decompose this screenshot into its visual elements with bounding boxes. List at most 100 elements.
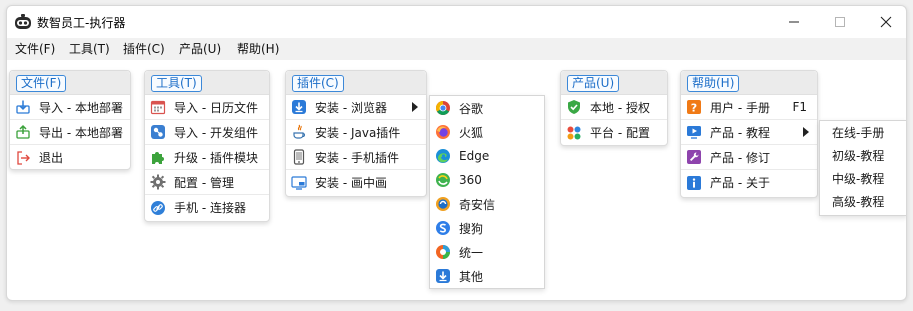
menu-item-install-pip[interactable]: 安装 - 画中画: [286, 170, 426, 195]
puzzle-icon: [150, 149, 166, 165]
app-logo-icon: [15, 14, 31, 29]
calendar-icon: [150, 99, 166, 115]
menu-item-import-local[interactable]: 导入 - 本地部署: [10, 95, 130, 120]
chrome-icon: [435, 100, 451, 116]
menu-item-label: 产品 - 修订: [710, 150, 770, 165]
menu-item-install-java[interactable]: 安装 - Java插件: [286, 120, 426, 145]
tutorial-submenu: 在线-手册 初级-教程 中级-教程 高级-教程: [819, 120, 906, 216]
title-bar[interactable]: 数智员工-执行器: [7, 6, 906, 38]
svg-text:?: ?: [691, 102, 697, 115]
shortcut-label: F1: [792, 100, 807, 114]
tools-panel-header: 工具(T): [145, 71, 269, 95]
menu-item-import-calendar[interactable]: 导入 - 日历文件: [145, 95, 269, 120]
browser-item-edge[interactable]: Edge: [430, 144, 544, 168]
tutorial-item-online-manual[interactable]: 在线-手册: [820, 121, 906, 144]
browser-item-other[interactable]: 其他: [430, 264, 544, 288]
products-panel-header: 产品(U): [561, 71, 667, 95]
file-panel-header: 文件(F): [10, 71, 130, 95]
menu-item-user-manual[interactable]: ? 用户 - 手册 F1: [681, 95, 817, 120]
plugins-panel-title[interactable]: 插件(C): [292, 75, 344, 92]
minimize-icon: [789, 21, 799, 23]
browser-item-chrome[interactable]: 谷歌: [430, 96, 544, 120]
plugins-panel-header: 插件(C): [286, 71, 426, 95]
menu-item-phone-connector[interactable]: 手机 - 连接器: [145, 195, 269, 220]
browser-item-360[interactable]: 360: [430, 168, 544, 192]
menu-item-product-about[interactable]: 产品 - 关于: [681, 170, 817, 195]
menu-item-local-license[interactable]: 本地 - 授权: [561, 95, 667, 120]
menu-item-install-phone-plugin[interactable]: 安装 - 手机插件: [286, 145, 426, 170]
menu-item-label: 手机 - 连接器: [174, 201, 246, 215]
menu-item-label: 导入 - 开发组件: [174, 125, 258, 140]
other-download-icon: [435, 268, 451, 284]
menu-item-label: 其他: [459, 269, 484, 284]
tutorial-item-advanced[interactable]: 高级-教程: [820, 190, 906, 213]
tutorial-item-beginner[interactable]: 初级-教程: [820, 144, 906, 167]
360-browser-icon: [435, 172, 451, 188]
edge-icon: [435, 148, 451, 164]
menu-item-label: 安装 - 浏览器: [315, 100, 387, 115]
file-menu-panel: 文件(F) 导入 - 本地部署 导出 - 本地部署 退出: [9, 70, 131, 170]
download-icon: [291, 99, 307, 115]
question-icon: ?: [686, 99, 702, 115]
shield-check-icon: [566, 99, 582, 115]
link-icon: [150, 200, 166, 216]
menu-item-label: 用户 - 手册: [710, 100, 770, 115]
file-panel-title[interactable]: 文件(F): [16, 75, 67, 92]
menu-item-platform-config[interactable]: 平台 - 配置: [561, 120, 667, 145]
close-button[interactable]: [863, 6, 906, 38]
menu-file[interactable]: 文件(F): [15, 38, 55, 60]
menu-item-label: 导出 - 本地部署: [39, 125, 123, 140]
help-menu-panel: 帮助(H) ? 用户 - 手册 F1 产品 - 教程 产品 - 修订 产品 - …: [680, 70, 818, 198]
tutorial-item-intermediate[interactable]: 中级-教程: [820, 167, 906, 190]
menu-item-product-tutorial[interactable]: 产品 - 教程: [681, 120, 817, 145]
menu-item-label: 统一: [459, 245, 484, 260]
menu-help[interactable]: 帮助(H): [237, 38, 279, 60]
menu-item-label: 初级-教程: [832, 149, 885, 163]
menu-item-upgrade-plugin[interactable]: 升级 - 插件模块: [145, 145, 269, 170]
close-icon: [880, 16, 892, 28]
menu-item-label: 搜狗: [459, 221, 484, 236]
menu-item-label: 安装 - 手机插件: [315, 150, 399, 165]
menu-item-label: 导入 - 本地部署: [39, 100, 123, 115]
menu-item-label: 谷歌: [459, 101, 484, 116]
phone-icon: [291, 149, 307, 165]
browser-item-qianxin[interactable]: 奇安信: [430, 192, 544, 216]
menu-item-label: 退出: [39, 151, 64, 165]
menu-products[interactable]: 产品(U): [179, 38, 221, 60]
menu-item-label: 火狐: [459, 125, 484, 140]
menu-item-label: 配置 - 管理: [174, 175, 234, 190]
menu-item-product-revision[interactable]: 产品 - 修订: [681, 145, 817, 170]
products-menu-panel: 产品(U) 本地 - 授权 平台 - 配置: [560, 70, 668, 146]
menu-item-label: 安装 - Java插件: [315, 125, 401, 140]
menu-item-label: 本地 - 授权: [590, 100, 650, 115]
firefox-icon: [435, 124, 451, 140]
maximize-icon: [835, 17, 845, 27]
maximize-button[interactable]: [817, 6, 863, 38]
qianxin-icon: [435, 196, 451, 212]
products-panel-title[interactable]: 产品(U): [567, 75, 620, 92]
menu-item-exit[interactable]: 退出: [10, 145, 130, 170]
menu-item-install-browser[interactable]: 安装 - 浏览器: [286, 95, 426, 120]
help-panel-title[interactable]: 帮助(H): [687, 75, 740, 92]
browser-item-firefox[interactable]: 火狐: [430, 120, 544, 144]
menu-item-label: 升级 - 插件模块: [174, 150, 258, 165]
wrench-icon: [686, 149, 702, 165]
submenu-arrow-icon: [803, 127, 809, 137]
menu-item-label: 导入 - 日历文件: [174, 100, 258, 115]
sogou-icon: [435, 220, 451, 236]
menu-tools[interactable]: 工具(T): [69, 38, 110, 60]
export-icon: [15, 124, 31, 140]
submenu-arrow-icon: [412, 102, 418, 112]
component-icon: [150, 124, 166, 140]
menu-plugins[interactable]: 插件(C): [123, 38, 165, 60]
browser-item-sogou[interactable]: 搜狗: [430, 216, 544, 240]
menu-item-import-component[interactable]: 导入 - 开发组件: [145, 120, 269, 145]
menu-item-label: 360: [459, 173, 482, 187]
minimize-button[interactable]: [771, 6, 817, 38]
tools-panel-title[interactable]: 工具(T): [151, 75, 202, 92]
menu-item-export-local[interactable]: 导出 - 本地部署: [10, 120, 130, 145]
pip-icon: [291, 175, 307, 191]
menu-item-config-manage[interactable]: 配置 - 管理: [145, 170, 269, 195]
browser-item-unified[interactable]: 统一: [430, 240, 544, 264]
info-icon: [686, 175, 702, 191]
